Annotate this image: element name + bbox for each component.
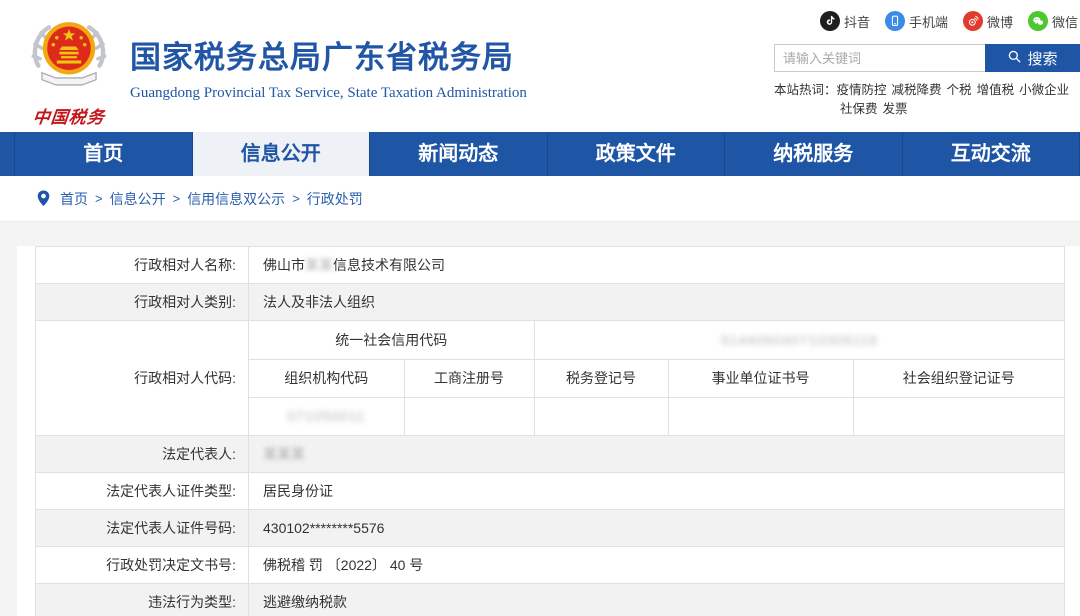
- business-reg-header: 工商注册号: [404, 359, 534, 397]
- legal-rep-redacted: 某某某: [263, 446, 305, 462]
- row-label: 法定代表人证件号码:: [36, 510, 249, 547]
- institution-cert-header: 事业单位证书号: [668, 359, 853, 397]
- doc-number-value: 佛税稽 罚 〔2022〕 40 号: [249, 547, 1065, 584]
- nav-tab-info-disclosure[interactable]: 信息公开: [192, 132, 370, 176]
- nav-tab-news[interactable]: 新闻动态: [369, 132, 547, 176]
- mobile-label: 手机端: [909, 12, 948, 31]
- hotword-link[interactable]: 疫情防控: [837, 81, 887, 100]
- nav-tab-interaction[interactable]: 互动交流: [902, 132, 1080, 176]
- org-code-header: 组织机构代码: [249, 359, 404, 397]
- org-code-value: 071050011: [249, 397, 404, 435]
- wechat-icon: [1028, 11, 1048, 31]
- table-row: 行政相对人名称: 佛山市某某信息技术有限公司: [36, 247, 1065, 284]
- douyin-link[interactable]: 抖音: [820, 11, 870, 31]
- row-label: 行政处罚决定文书号:: [36, 547, 249, 584]
- search-input[interactable]: [774, 44, 985, 72]
- penalty-table: 行政相对人名称: 佛山市某某信息技术有限公司 行政相对人类别: 法人及非法人组织…: [35, 246, 1065, 616]
- penalty-card: 行政相对人名称: 佛山市某某信息技术有限公司 行政相对人类别: 法人及非法人组织…: [17, 246, 1080, 616]
- legal-rep-value: 某某某: [249, 436, 1065, 473]
- table-row: 法定代表人: 某某某: [36, 436, 1065, 473]
- table-row: 违法行为类型: 逃避缴纳税款: [36, 584, 1065, 616]
- social-links: 抖音 手机端 微博 微信: [774, 8, 1080, 34]
- name-redacted: 某某: [305, 257, 333, 273]
- breadcrumb-home[interactable]: 首页: [60, 189, 88, 209]
- logo-caption: 中国税务: [17, 103, 122, 128]
- counterpart-name-value: 佛山市某某信息技术有限公司: [249, 247, 1065, 284]
- hotword-link[interactable]: 发票: [883, 100, 908, 119]
- breadcrumb-separator: >: [173, 191, 181, 206]
- name-suffix: 信息技术有限公司: [333, 257, 445, 273]
- row-label: 行政相对人代码:: [36, 321, 249, 436]
- wechat-label: 微信: [1052, 12, 1078, 31]
- breadcrumb-admin-penalty: 行政处罚: [307, 189, 363, 209]
- row-label: 行政相对人名称:: [36, 247, 249, 284]
- hotwords-label: 本站热词：: [774, 81, 837, 100]
- hotword-link[interactable]: 增值税: [977, 81, 1015, 100]
- row-label: 违法行为类型:: [36, 584, 249, 616]
- douyin-icon: [820, 11, 840, 31]
- nav-tab-home[interactable]: 首页: [14, 132, 192, 176]
- site-title: 国家税务总局广东省税务局: [130, 32, 527, 77]
- weibo-link[interactable]: 微博: [963, 11, 1013, 31]
- row-label: 法定代表人:: [36, 436, 249, 473]
- site-subtitle: Guangdong Provincial Tax Service, State …: [130, 85, 527, 102]
- business-reg-value: [404, 397, 534, 435]
- id-type-value: 居民身份证: [249, 473, 1065, 510]
- counterpart-category-value: 法人及非法人组织: [249, 284, 1065, 321]
- table-row: 法定代表人证件号码: 430102********5576: [36, 510, 1065, 547]
- breadcrumb-info-disclosure[interactable]: 信息公开: [110, 189, 166, 209]
- breadcrumb-separator: >: [292, 191, 300, 206]
- table-row: 统一社会信用代码 914406040710308119: [249, 321, 1064, 359]
- mobile-link[interactable]: 手机端: [885, 11, 948, 31]
- weibo-icon: [963, 11, 983, 31]
- social-org-cert-header: 社会组织登记证号: [853, 359, 1064, 397]
- codes-table: 统一社会信用代码 914406040710308119 组织机构代码 工商注册号…: [249, 321, 1064, 435]
- mobile-icon: [885, 11, 905, 31]
- table-row: 行政相对人代码: 统一社会信用代码 914406040710308119 组织机…: [36, 321, 1065, 436]
- row-label: 行政相对人类别:: [36, 284, 249, 321]
- site-logo[interactable]: 中国税务: [18, 14, 120, 128]
- institution-cert-value: [668, 397, 853, 435]
- douyin-label: 抖音: [844, 12, 870, 31]
- unified-code-redacted: 914406040710308119: [721, 332, 878, 348]
- nav-tab-tax-service[interactable]: 纳税服务: [724, 132, 902, 176]
- site-header: 中国税务 国家税务总局广东省税务局 Guangdong Provincial T…: [0, 0, 1080, 132]
- table-row: 行政相对人类别: 法人及非法人组织: [36, 284, 1065, 321]
- breadcrumb: 首页 > 信息公开 > 信用信息双公示 > 行政处罚: [0, 176, 1080, 222]
- tax-emblem-icon: [21, 87, 117, 104]
- breadcrumb-separator: >: [95, 191, 103, 206]
- breadcrumb-credit-publicity[interactable]: 信用信息双公示: [187, 189, 285, 209]
- search-button-label: 搜索: [1027, 48, 1057, 69]
- hotword-link[interactable]: 小微企业: [1019, 81, 1069, 100]
- org-code-redacted: 071050011: [287, 408, 365, 424]
- hotword-link[interactable]: 个税: [947, 81, 972, 100]
- weibo-label: 微博: [987, 12, 1013, 31]
- hotword-link[interactable]: 社保费: [840, 100, 878, 119]
- row-label: 法定代表人证件类型:: [36, 473, 249, 510]
- social-org-cert-value: [853, 397, 1064, 435]
- wechat-link[interactable]: 微信: [1028, 11, 1078, 31]
- table-row: 行政处罚决定文书号: 佛税稽 罚 〔2022〕 40 号: [36, 547, 1065, 584]
- hotwords: 本站热词： 疫情防控 减税降费 个税 增值税 小微企业 社保费 发票: [774, 81, 1080, 120]
- codes-cell: 统一社会信用代码 914406040710308119 组织机构代码 工商注册号…: [249, 321, 1065, 436]
- hotword-link[interactable]: 减税降费: [892, 81, 942, 100]
- content-area: 行政相对人名称: 佛山市某某信息技术有限公司 行政相对人类别: 法人及非法人组织…: [0, 222, 1080, 616]
- location-pin-icon: [35, 188, 52, 210]
- main-nav: 首页 信息公开 新闻动态 政策文件 纳税服务 互动交流: [0, 132, 1080, 176]
- search-icon: [1007, 49, 1022, 68]
- table-row: 法定代表人证件类型: 居民身份证: [36, 473, 1065, 510]
- violation-type-value: 逃避缴纳税款: [249, 584, 1065, 616]
- unified-code-header: 统一社会信用代码: [249, 321, 534, 359]
- table-row: 组织机构代码 工商注册号 税务登记号 事业单位证书号 社会组织登记证号: [249, 359, 1064, 397]
- unified-code-value: 914406040710308119: [534, 321, 1064, 359]
- search-button[interactable]: 搜索: [985, 44, 1080, 72]
- tax-reg-value: [534, 397, 668, 435]
- name-prefix: 佛山市: [263, 257, 305, 273]
- table-row: 071050011: [249, 397, 1064, 435]
- id-number-value: 430102********5576: [249, 510, 1065, 547]
- nav-tab-policy[interactable]: 政策文件: [547, 132, 725, 176]
- tax-reg-header: 税务登记号: [534, 359, 668, 397]
- search-bar: 搜索: [774, 44, 1080, 72]
